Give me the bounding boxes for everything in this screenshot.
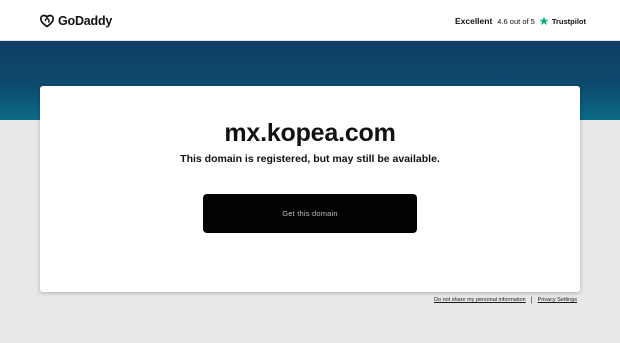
top-header: GoDaddy Excellent 4.6 out of 5 Trustpilo… xyxy=(0,0,620,41)
footer-separator: | xyxy=(530,296,533,304)
get-domain-button[interactable]: Get this domain xyxy=(203,194,417,233)
godaddy-logo[interactable]: GoDaddy xyxy=(39,12,112,30)
domain-card: mx.kopea.com This domain is registered, … xyxy=(40,86,580,292)
rating-score: 4.6 out of 5 xyxy=(497,16,535,26)
trustpilot-name: Trustpilot xyxy=(551,16,586,26)
availability-message: This domain is registered, but may still… xyxy=(180,153,440,165)
brand-name: GoDaddy xyxy=(58,14,113,28)
privacy-settings-link[interactable]: Privacy Settings xyxy=(538,297,577,303)
domain-name: mx.kopea.com xyxy=(224,119,396,147)
trustpilot-star-icon xyxy=(539,16,549,25)
godaddy-logo-icon xyxy=(39,14,55,28)
do-not-share-link[interactable]: Do not share my personal information xyxy=(434,297,526,303)
rating-label: Excellent xyxy=(454,16,493,26)
footer-links: Do not share my personal information | P… xyxy=(434,295,577,305)
trustpilot-rating[interactable]: Excellent 4.6 out of 5 Trustpilot xyxy=(455,14,586,28)
